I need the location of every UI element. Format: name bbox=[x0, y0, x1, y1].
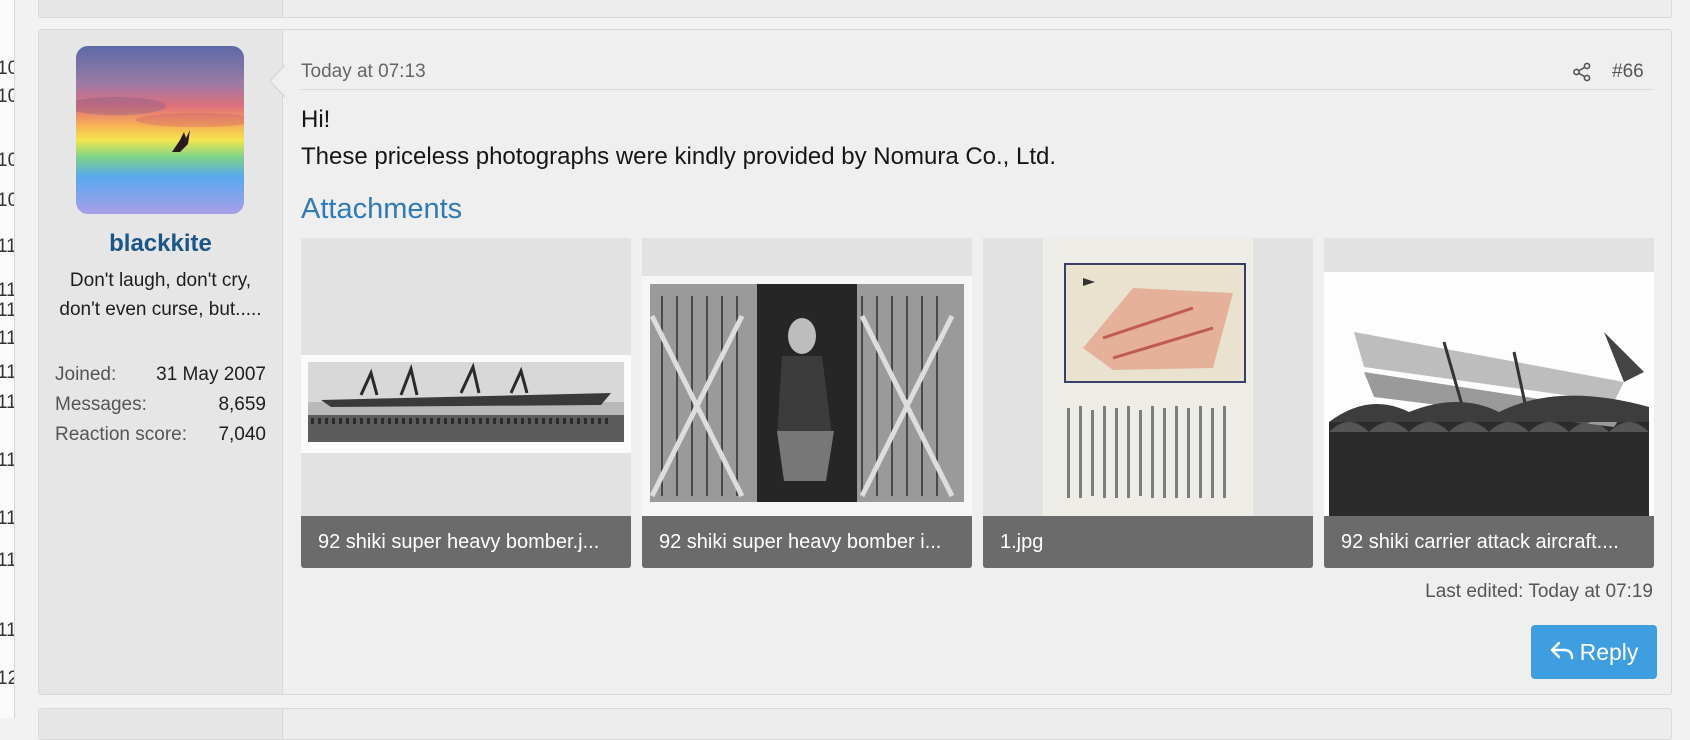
line-number: 11 bbox=[0, 300, 14, 322]
line-number: 12 bbox=[0, 668, 14, 690]
post-number-link[interactable]: #66 bbox=[1612, 61, 1644, 83]
attachment-thumbnail bbox=[301, 355, 631, 453]
line-number: 10 bbox=[0, 150, 14, 172]
post-content: Today at 07:13 #66 Hi! These priceless p… bbox=[301, 30, 1657, 694]
previous-post bbox=[38, 0, 1672, 18]
editor-line-gutter: 10 10 10 10 11 11 11 11 11 11 11 11 11 1… bbox=[0, 0, 15, 718]
last-edited-note: Last edited: Today at 07:19 bbox=[1425, 581, 1653, 602]
post-user-cell: blackkite Don't laugh, don't cry, don't … bbox=[39, 30, 286, 694]
line-number: 11 bbox=[0, 392, 14, 414]
line-number: 11 bbox=[0, 236, 14, 258]
attachment-item[interactable]: 1.jpg bbox=[983, 238, 1313, 568]
forum-post: blackkite Don't laugh, don't cry, don't … bbox=[38, 29, 1672, 695]
attachment-list: 92 shiki super heavy bomber.j... 92 shik… bbox=[301, 238, 1654, 568]
avatar[interactable] bbox=[76, 46, 244, 214]
next-post bbox=[38, 708, 1672, 740]
line-number: 11 bbox=[0, 280, 14, 302]
body-line: These priceless photographs were kindly … bbox=[301, 143, 1057, 170]
post-body: Hi! These priceless photographs were kin… bbox=[301, 101, 1056, 175]
post-date-link[interactable]: Today at 07:13 bbox=[301, 61, 426, 83]
body-line: Hi! bbox=[301, 106, 331, 133]
reply-label: Reply bbox=[1579, 638, 1639, 665]
stat-value: 7,040 bbox=[218, 424, 266, 445]
attachment-item[interactable]: 92 shiki super heavy bomber i... bbox=[642, 238, 972, 568]
stat-messages: Messages: 8,659 bbox=[55, 390, 266, 420]
attachment-item[interactable]: 92 shiki carrier attack aircraft.... bbox=[1324, 238, 1654, 568]
line-number: 10 bbox=[0, 58, 14, 80]
attachment-thumbnail bbox=[1043, 238, 1253, 516]
line-number: 11 bbox=[0, 550, 14, 572]
stat-label: Joined: bbox=[55, 364, 117, 385]
username-link[interactable]: blackkite bbox=[39, 230, 282, 258]
stat-label: Reaction score: bbox=[55, 424, 188, 445]
stat-value: 8,659 bbox=[218, 394, 266, 415]
attachment-filename: 1.jpg bbox=[983, 516, 1313, 568]
post-pointer-arrow bbox=[269, 64, 286, 98]
user-stats: Joined: 31 May 2007 Messages: 8,659 Reac… bbox=[55, 360, 266, 450]
stat-joined: Joined: 31 May 2007 bbox=[55, 360, 266, 390]
line-number: 11 bbox=[0, 450, 14, 472]
line-number: 10 bbox=[0, 86, 14, 108]
attachment-thumbnail bbox=[642, 276, 972, 516]
user-title: Don't laugh, don't cry, don't even curse… bbox=[59, 270, 262, 320]
share-icon[interactable] bbox=[1572, 62, 1592, 87]
attachment-item[interactable]: 92 shiki super heavy bomber.j... bbox=[301, 238, 631, 568]
reply-arrow-icon bbox=[1550, 639, 1574, 666]
line-number: 11 bbox=[0, 328, 14, 350]
reply-button[interactable]: Reply bbox=[1531, 625, 1657, 679]
attachment-thumbnail bbox=[1324, 272, 1654, 516]
line-number: 11 bbox=[0, 620, 14, 642]
line-number: 11 bbox=[0, 508, 14, 530]
stat-reaction-score: Reaction score: 7,040 bbox=[55, 420, 266, 450]
bird-in-sunset-sky-avatar bbox=[76, 46, 244, 214]
attachment-filename: 92 shiki super heavy bomber i... bbox=[642, 516, 972, 568]
stat-label: Messages: bbox=[55, 394, 147, 415]
stat-value: 31 May 2007 bbox=[156, 364, 266, 385]
attachment-filename: 92 shiki super heavy bomber.j... bbox=[301, 516, 631, 568]
attachment-filename: 92 shiki carrier attack aircraft.... bbox=[1324, 516, 1654, 568]
attachments-heading: Attachments bbox=[301, 193, 463, 225]
line-number: 11 bbox=[0, 362, 14, 384]
post-attribution: Today at 07:13 #66 bbox=[301, 45, 1653, 90]
line-number: 10 bbox=[0, 190, 14, 212]
